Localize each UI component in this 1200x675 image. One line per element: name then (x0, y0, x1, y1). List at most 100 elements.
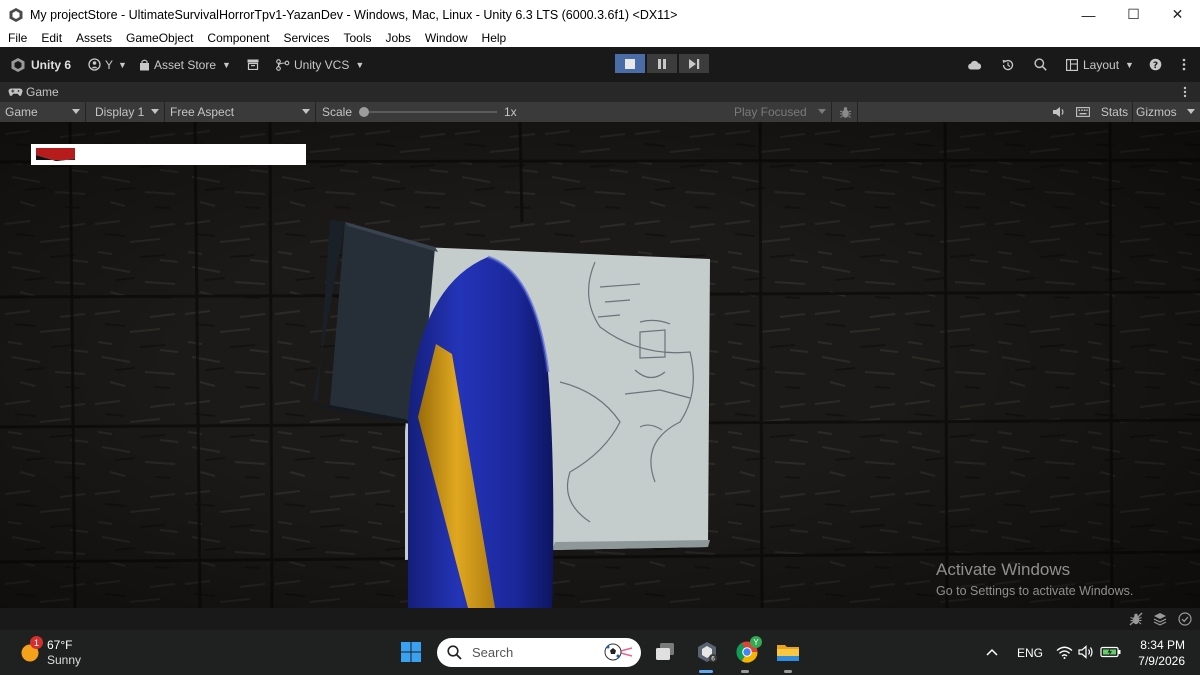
taskbar-chrome-app[interactable]: Y (734, 636, 762, 665)
account-icon (88, 58, 101, 71)
health-bar (31, 144, 306, 165)
check-circle-icon[interactable] (1178, 612, 1192, 631)
menu-window[interactable]: Window (425, 31, 468, 45)
close-button[interactable]: ✕ (1155, 0, 1200, 29)
cloud-button[interactable] (967, 47, 982, 82)
play-mode-value: Play Focused (734, 105, 807, 119)
more-menu-icon[interactable] (1182, 47, 1186, 82)
scale-label: Scale (322, 105, 353, 119)
wifi-status[interactable] (1055, 643, 1073, 661)
gamepad-icon (8, 88, 23, 96)
search-button[interactable] (1034, 47, 1047, 82)
scale-slider-handle[interactable] (359, 107, 369, 117)
taskbar-unity-app[interactable]: 6 (694, 639, 720, 665)
active-app-indicator (699, 670, 713, 673)
branch-icon (276, 58, 290, 71)
debug-button[interactable] (834, 102, 858, 122)
menu-services[interactable]: Services (283, 31, 329, 45)
unity-version-label: Unity 6 (31, 57, 72, 72)
menu-jobs[interactable]: Jobs (385, 31, 410, 45)
help-button[interactable]: ? (1149, 47, 1162, 82)
task-view-button[interactable] (652, 639, 678, 665)
chevron-down-icon: ▼ (1125, 59, 1134, 70)
keyboard-shortcuts-button[interactable] (1071, 102, 1095, 122)
search-icon (1034, 58, 1047, 71)
debug-toggle-icon[interactable] (1129, 612, 1143, 631)
tab-game[interactable]: Game (8, 82, 59, 102)
archive-icon (247, 59, 259, 70)
speaker-icon (1078, 645, 1093, 659)
editor-toolbar: Unity 6 Y ▼ Asset Store ▼ Unity VCS ▼ La… (0, 47, 1200, 82)
view-select-value: Game (5, 105, 38, 119)
battery-status[interactable] (1099, 643, 1123, 661)
weather-widget[interactable]: 1 (18, 636, 43, 664)
taskbar-search[interactable]: Search (437, 638, 641, 667)
menu-edit[interactable]: Edit (41, 31, 62, 45)
asset-store-button[interactable]: Asset Store ▼ (139, 47, 231, 82)
layout-icon (1066, 58, 1078, 71)
clock-date[interactable]: 7/9/2026 (1130, 654, 1185, 668)
taskbar-file-explorer[interactable] (775, 639, 801, 665)
history-button[interactable] (1001, 47, 1015, 82)
play-mode-select[interactable]: Play Focused (730, 102, 832, 122)
help-icon: ? (1149, 58, 1162, 71)
layers-icon[interactable] (1153, 612, 1167, 631)
menu-component[interactable]: Component (207, 31, 269, 45)
asset-store-label: Asset Store (154, 57, 217, 72)
package-manager-button[interactable] (247, 47, 259, 82)
vcs-label: Unity VCS (294, 57, 350, 72)
unity-logo-icon (11, 57, 25, 72)
view-select[interactable]: Game (0, 102, 86, 122)
menu-gameobject[interactable]: GameObject (126, 31, 193, 45)
keyboard-icon (1076, 107, 1090, 117)
vcs-button[interactable]: Unity VCS ▼ (276, 47, 364, 82)
history-icon (1002, 59, 1014, 70)
kebab-menu-icon[interactable] (1183, 86, 1187, 101)
maximize-button[interactable]: ☐ (1111, 0, 1156, 29)
chevron-down-icon (151, 109, 159, 114)
scale-control: Scale 1x (316, 102, 536, 122)
tray-overflow-button[interactable] (984, 644, 1000, 660)
step-button[interactable] (679, 54, 709, 73)
aspect-select[interactable]: Free Aspect (166, 102, 316, 122)
display-select[interactable]: Display 1 (88, 102, 165, 122)
gizmos-button[interactable]: Gizmos (1133, 102, 1200, 122)
menu-help[interactable]: Help (482, 31, 507, 45)
stats-button[interactable]: Stats (1097, 102, 1133, 122)
chevron-down-icon: ▼ (355, 59, 365, 70)
wifi-icon (1056, 646, 1072, 659)
clock-time[interactable]: 8:34 PM (1130, 638, 1185, 652)
menu-tools[interactable]: Tools (343, 31, 371, 45)
window-titlebar: My projectStore - UltimateSurvivalHorror… (0, 0, 1200, 29)
chrome-profile-badge: Y (750, 636, 762, 648)
menu-file[interactable]: File (8, 31, 27, 45)
scale-slider[interactable] (359, 107, 497, 117)
window-title: My projectStore - UltimateSurvivalHorror… (30, 7, 678, 22)
folder-icon (777, 645, 799, 661)
weather-badge: 1 (30, 636, 43, 649)
chevron-down-icon (302, 109, 310, 114)
display-select-value: Display 1 (95, 105, 145, 119)
mute-button[interactable] (1047, 102, 1071, 122)
account-button[interactable]: Y ▼ (88, 47, 127, 82)
chevron-down-icon (818, 109, 826, 114)
game-viewport[interactable]: Activate Windows Go to Settings to activ… (0, 122, 1200, 608)
taskbar-search-placeholder: Search (472, 645, 514, 660)
pause-button[interactable] (647, 54, 677, 73)
play-button[interactable] (615, 54, 645, 73)
volume-status[interactable] (1077, 643, 1095, 661)
start-button[interactable] (398, 639, 424, 665)
battery-charging-icon (1100, 646, 1121, 658)
svg-text:?: ? (1153, 61, 1158, 71)
layout-dropdown[interactable]: Layout ▼ (1066, 47, 1134, 82)
step-icon (688, 58, 699, 69)
chevron-up-icon (986, 648, 998, 656)
weather-desc: Sunny (47, 653, 82, 667)
menu-assets[interactable]: Assets (76, 31, 112, 45)
unity-version-button[interactable]: Unity 6 (10, 47, 71, 82)
activate-windows-title: Activate Windows (936, 560, 1071, 579)
chevron-down-icon: ▼ (222, 59, 231, 70)
language-indicator[interactable]: ENG (1017, 646, 1043, 660)
minimize-button[interactable]: — (1066, 0, 1111, 29)
menu-bar: File Edit Assets GameObject Component Se… (0, 29, 1200, 47)
